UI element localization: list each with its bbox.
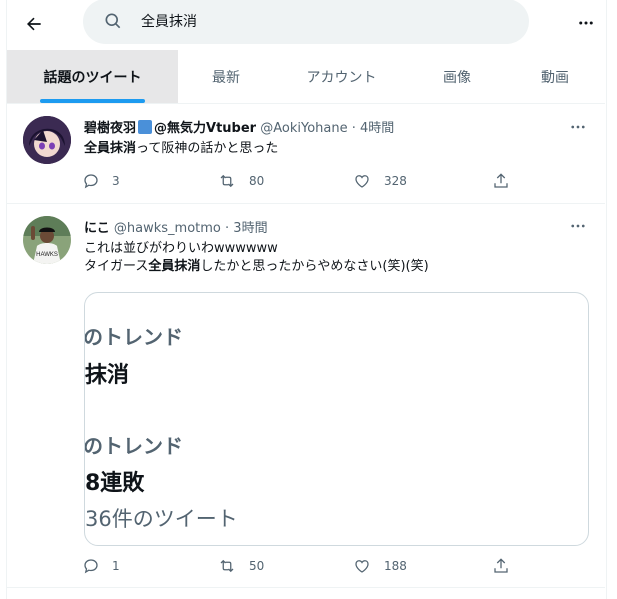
text-highlight: 全員抹消 — [148, 259, 201, 274]
trend-value: 8連敗 — [85, 471, 145, 496]
reply-count: 1 — [112, 559, 120, 573]
tab-videos[interactable]: 動画 — [505, 50, 605, 103]
tab-label: 話題のツイート — [43, 69, 142, 86]
trend-label: のトレンド — [84, 325, 183, 349]
text-body: って阪神の話かと思った — [136, 141, 279, 156]
tab-label: 最新 — [212, 69, 240, 86]
share-button[interactable] — [492, 172, 522, 190]
trend-value: 抹消 — [85, 363, 130, 388]
like-button[interactable]: 328 — [352, 172, 407, 190]
share-icon — [494, 558, 508, 573]
like-count: 188 — [384, 559, 407, 573]
tweet-text: 全員抹消って阪神の話かと思った — [84, 140, 278, 158]
reply-button[interactable]: 3 — [82, 172, 120, 190]
tweet[interactable]: 碧樹夜羽 @無気力Vtuber @AokiYohane · 4時間 全員抹消って阪… — [7, 104, 605, 204]
active-tab-indicator — [40, 99, 145, 103]
avatar-image — [23, 116, 71, 164]
retweet-count: 80 — [249, 174, 265, 188]
search-icon — [105, 13, 121, 29]
like-count: 328 — [384, 174, 407, 188]
retweet-button[interactable]: 80 — [217, 172, 264, 190]
back-button[interactable] — [20, 10, 48, 38]
reply-button[interactable]: 1 — [82, 557, 120, 575]
retweet-count: 50 — [249, 559, 265, 573]
reply-icon — [84, 174, 98, 189]
more-dots-icon — [571, 224, 585, 228]
retweet-icon — [220, 559, 234, 573]
display-name[interactable]: 碧樹夜羽 — [84, 121, 136, 136]
reply-count: 3 — [112, 174, 120, 188]
share-icon — [494, 173, 508, 188]
tab-latest[interactable]: 最新 — [178, 50, 274, 103]
search-input[interactable]: 全員抹消 — [83, 0, 529, 44]
tweet-actions: 1 50 188 — [82, 557, 522, 577]
tab-label: 画像 — [443, 69, 471, 86]
share-button[interactable] — [492, 557, 522, 575]
flag-emoji-icon — [138, 120, 153, 134]
tab-top[interactable]: 話題のツイート — [7, 50, 178, 103]
text-line-1: これは並びがわりいわwwwwww — [84, 241, 278, 256]
tweet-header: にこ @hawks_motmo · 3時間 — [84, 217, 268, 236]
tweet[interactable]: HAWKS にこ @hawks_motmo · 3時間 これは並びがわりいわww… — [7, 204, 605, 588]
avatar[interactable]: HAWKS — [23, 216, 71, 264]
retweet-button[interactable]: 50 — [217, 557, 264, 575]
avatar-image: HAWKS — [23, 216, 71, 264]
tab-accounts[interactable]: アカウント — [274, 50, 409, 103]
tweet-header: 碧樹夜羽 @無気力Vtuber @AokiYohane · 4時間 — [84, 117, 394, 136]
arrow-left-icon — [27, 17, 41, 31]
separator: · — [351, 121, 356, 136]
like-button[interactable]: 188 — [352, 557, 407, 575]
tab-images[interactable]: 画像 — [409, 50, 505, 103]
retweet-icon — [220, 174, 234, 188]
text-body: したかと思ったからやめなさい(笑)(笑) — [200, 259, 429, 274]
search-tabs: 話題のツイート 最新 アカウント 画像 動画 — [7, 50, 605, 104]
tweet-more-button[interactable] — [569, 118, 587, 140]
tweet-count: 36件のツイート — [85, 507, 238, 531]
handle[interactable]: @AokiYohane — [260, 121, 347, 136]
timestamp[interactable]: 3時間 — [233, 221, 267, 236]
separator: · — [225, 221, 230, 236]
tweet-more-button[interactable] — [569, 217, 587, 239]
text-line-2: タイガース全員抹消したかと思ったからやめなさい(笑)(笑) — [84, 258, 429, 276]
reply-icon — [84, 559, 98, 574]
more-dots-icon — [579, 21, 593, 25]
text-highlight: 全員抹消 — [84, 141, 137, 156]
handle[interactable]: @hawks_motmo — [114, 221, 221, 236]
more-dots-icon — [571, 125, 585, 129]
timestamp[interactable]: 4時間 — [360, 121, 394, 136]
heart-icon — [355, 175, 369, 188]
text-body: タイガース — [84, 259, 149, 274]
tab-label: アカウント — [306, 69, 377, 86]
image-attachment[interactable]: のトレンド 抹消 のトレンド 8連敗 36件のツイート — [84, 292, 589, 546]
svg-text:HAWKS: HAWKS — [36, 252, 58, 258]
tweet-text: これは並びがわりいわwwwwww タイガース全員抹消したかと思ったからやめなさい… — [84, 240, 429, 276]
display-name-suffix: @無気力Vtuber — [154, 121, 257, 136]
more-options-button[interactable] — [577, 14, 595, 36]
display-name[interactable]: にこ — [84, 221, 110, 236]
trend-label: のトレンド — [84, 434, 183, 458]
tab-label: 動画 — [541, 69, 569, 86]
heart-icon — [355, 560, 369, 573]
search-query: 全員抹消 — [141, 14, 197, 30]
avatar[interactable] — [23, 116, 71, 164]
tweet-actions: 3 80 328 — [82, 172, 522, 192]
